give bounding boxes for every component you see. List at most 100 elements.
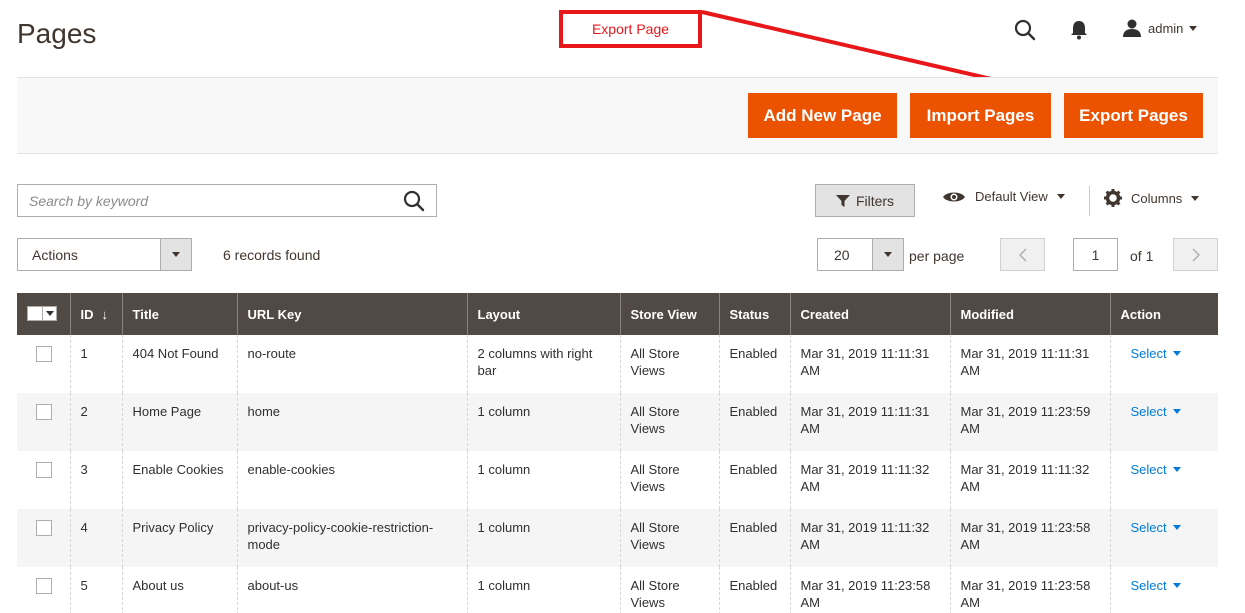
cell-created: Mar 31, 2019 11:11:31 AM bbox=[789, 393, 950, 451]
cell-modified: Mar 31, 2019 11:11:32 AM bbox=[949, 451, 1110, 509]
chevron-down-icon bbox=[1172, 525, 1181, 530]
cell-status: Enabled bbox=[718, 393, 790, 451]
chevron-down-icon bbox=[1172, 583, 1181, 588]
pages-grid: ID ↓ Title URL Key Layout Store View Stat… bbox=[17, 293, 1218, 613]
cell-url-key: privacy-policy-cookie-restriction-mode bbox=[236, 509, 467, 567]
cell-store-view: All Store Views bbox=[619, 335, 719, 393]
row-checkbox[interactable] bbox=[36, 462, 52, 478]
cell-title: About us bbox=[121, 567, 237, 613]
page-title: Pages bbox=[17, 18, 97, 49]
chevron-down-icon bbox=[872, 239, 903, 270]
add-new-page-button[interactable]: Add New Page bbox=[748, 93, 897, 138]
cell-layout: 1 column bbox=[466, 393, 620, 451]
cell-created: Mar 31, 2019 11:11:31 AM bbox=[789, 335, 950, 393]
row-checkbox[interactable] bbox=[36, 578, 52, 594]
table-row[interactable]: 2 Home Page home 1 column All Store View… bbox=[17, 393, 1218, 451]
row-action-select[interactable]: Select bbox=[1131, 345, 1181, 362]
chevron-down-icon bbox=[1191, 195, 1200, 201]
sort-arrow-icon: ↓ bbox=[101, 306, 109, 322]
chevron-left-icon bbox=[1018, 247, 1027, 262]
row-checkbox[interactable] bbox=[36, 520, 52, 536]
row-action-select[interactable]: Select bbox=[1131, 577, 1181, 594]
search-icon[interactable] bbox=[392, 185, 436, 216]
cell-id: 4 bbox=[69, 509, 122, 567]
cell-url-key: enable-cookies bbox=[236, 451, 467, 509]
per-page-value: 20 bbox=[834, 246, 850, 263]
column-header-id[interactable]: ID ↓ bbox=[69, 293, 122, 335]
cell-layout: 1 column bbox=[466, 509, 620, 567]
cell-layout: 1 column bbox=[466, 451, 620, 509]
cell-status: Enabled bbox=[718, 567, 790, 613]
annotation-box: Export Page bbox=[559, 10, 702, 48]
global-search-icon[interactable] bbox=[1010, 16, 1040, 44]
bell-icon[interactable] bbox=[1064, 16, 1094, 44]
current-page-input[interactable] bbox=[1073, 238, 1118, 271]
per-page-select[interactable]: 20 bbox=[817, 238, 904, 271]
export-pages-button[interactable]: Export Pages bbox=[1064, 93, 1203, 138]
row-checkbox[interactable] bbox=[36, 404, 52, 420]
column-header-modified[interactable]: Modified bbox=[949, 293, 1110, 335]
import-pages-button[interactable]: Import Pages bbox=[910, 93, 1051, 138]
cell-modified: Mar 31, 2019 11:23:58 AM bbox=[949, 509, 1110, 567]
cell-url-key: home bbox=[236, 393, 467, 451]
filter-icon bbox=[835, 194, 850, 207]
row-action-select[interactable]: Select bbox=[1131, 461, 1181, 478]
row-action-select[interactable]: Select bbox=[1131, 519, 1181, 536]
cell-layout: 1 column bbox=[466, 567, 620, 613]
cell-id: 3 bbox=[69, 451, 122, 509]
cell-url-key: no-route bbox=[236, 335, 467, 393]
cell-id: 1 bbox=[69, 335, 122, 393]
columns-label: Columns bbox=[1131, 190, 1183, 206]
gear-icon bbox=[1104, 189, 1122, 207]
search-input[interactable] bbox=[29, 192, 392, 209]
chevron-down-icon bbox=[1172, 467, 1181, 472]
divider bbox=[1089, 186, 1090, 216]
table-row[interactable]: 3 Enable Cookies enable-cookies 1 column… bbox=[17, 451, 1218, 509]
cell-layout: 2 columns with right bar bbox=[466, 335, 620, 393]
annotation-label: Export Page bbox=[591, 21, 670, 37]
column-header-store-view[interactable]: Store View bbox=[619, 293, 719, 335]
cell-status: Enabled bbox=[718, 509, 790, 567]
column-header-action: Action bbox=[1109, 293, 1218, 335]
cell-modified: Mar 31, 2019 11:23:58 AM bbox=[949, 567, 1110, 613]
cell-created: Mar 31, 2019 11:11:32 AM bbox=[789, 451, 950, 509]
user-name: admin bbox=[1148, 20, 1184, 36]
column-header-title[interactable]: Title bbox=[121, 293, 237, 335]
per-page-label: per page bbox=[909, 248, 965, 264]
mass-actions-select[interactable]: Actions bbox=[17, 238, 192, 271]
column-header-url-key[interactable]: URL Key bbox=[236, 293, 467, 335]
next-page-button[interactable] bbox=[1173, 238, 1218, 271]
chevron-down-icon bbox=[160, 239, 191, 270]
mass-select-header[interactable] bbox=[17, 293, 70, 335]
cell-id: 2 bbox=[69, 393, 122, 451]
columns-control[interactable]: Columns bbox=[1104, 189, 1200, 207]
cell-store-view: All Store Views bbox=[619, 567, 719, 613]
actions-label: Actions bbox=[32, 246, 78, 263]
table-row[interactable]: 5 About us about-us 1 column All Store V… bbox=[17, 567, 1218, 613]
table-row[interactable]: 1 404 Not Found no-route 2 columns with … bbox=[17, 335, 1218, 393]
row-checkbox[interactable] bbox=[36, 346, 52, 362]
column-header-status[interactable]: Status bbox=[718, 293, 790, 335]
user-menu[interactable]: admin bbox=[1122, 18, 1198, 38]
cell-title: Home Page bbox=[121, 393, 237, 451]
cell-title: Enable Cookies bbox=[121, 451, 237, 509]
records-count: 6 records found bbox=[223, 247, 321, 263]
row-action-select[interactable]: Select bbox=[1131, 403, 1181, 420]
cell-store-view: All Store Views bbox=[619, 451, 719, 509]
filters-button[interactable]: Filters bbox=[815, 184, 915, 217]
column-header-created[interactable]: Created bbox=[789, 293, 950, 335]
cell-id: 5 bbox=[69, 567, 122, 613]
column-header-layout[interactable]: Layout bbox=[466, 293, 620, 335]
chevron-down-icon bbox=[1056, 194, 1065, 199]
cell-created: Mar 31, 2019 11:23:58 AM bbox=[789, 567, 950, 613]
mass-select-checkbox[interactable] bbox=[27, 305, 57, 321]
cell-url-key: about-us bbox=[236, 567, 467, 613]
cell-modified: Mar 31, 2019 11:11:31 AM bbox=[949, 335, 1110, 393]
cell-modified: Mar 31, 2019 11:23:59 AM bbox=[949, 393, 1110, 451]
previous-page-button[interactable] bbox=[1000, 238, 1045, 271]
view-switcher[interactable]: Default View bbox=[942, 189, 1065, 204]
chevron-down-icon bbox=[1172, 351, 1181, 356]
cell-created: Mar 31, 2019 11:11:32 AM bbox=[789, 509, 950, 567]
table-row[interactable]: 4 Privacy Policy privacy-policy-cookie-r… bbox=[17, 509, 1218, 567]
chevron-down-icon bbox=[1189, 25, 1198, 31]
